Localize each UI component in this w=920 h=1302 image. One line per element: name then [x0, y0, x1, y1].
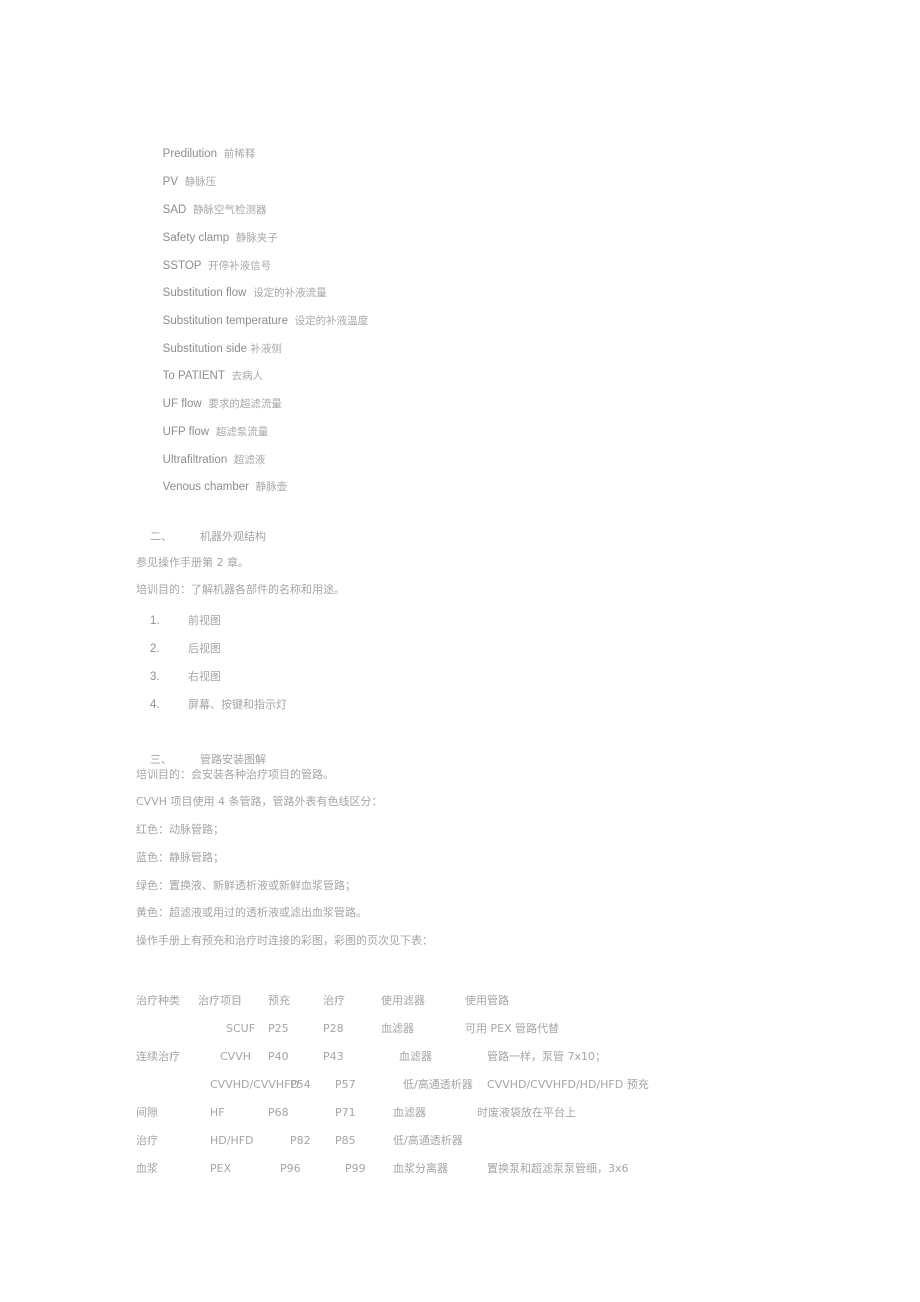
table-cell-prime: P96	[280, 1161, 301, 1175]
table-cell-prime: P40	[268, 1049, 289, 1063]
table-cell-item: SCUF	[226, 1021, 256, 1035]
table-cell-prime: P82	[290, 1133, 311, 1147]
table-header-cell: 预充	[268, 994, 290, 1007]
table-cell-treat: P85	[335, 1133, 356, 1147]
table-cell-treat: P28	[323, 1021, 344, 1035]
list-item-index: 3.	[150, 671, 160, 683]
table-cell-treat: P71	[335, 1105, 356, 1119]
list-item-index: 1.	[150, 615, 160, 627]
table-cell-type: 间隙	[136, 1106, 158, 1119]
glossary-gloss-text: 前稀释	[223, 148, 256, 160]
table-header-cell: 使用管路	[465, 994, 509, 1007]
treatment-reference-table: 治疗种类 治疗项目 预充 治疗 使用滤器 使用管路 SCUF P25 P28 血…	[136, 986, 896, 1182]
table-row: SCUF P25 P28 血滤器 可用 PEX 管路代替	[136, 1014, 896, 1042]
table-row: 连续治疗 CVVH P40 P43 血滤器 管路一样，泵管 7x10；	[136, 1042, 896, 1070]
color-code-blue: 蓝色：静脉管路；	[136, 851, 224, 864]
table-cell-prime: P68	[268, 1105, 289, 1119]
glossary-term: Venous chamber	[162, 481, 249, 493]
glossary-gloss-text: 静脉壶	[255, 481, 288, 493]
table-cell-tubing: 置换泵和超滤泵泵管细，3x6	[487, 1162, 629, 1175]
table-cell-item: PEX	[210, 1161, 232, 1175]
table-cell-treat: P43	[323, 1049, 344, 1063]
section-three-intro: CVVH 项目使用 4 条管路，管路外表有色线区分：	[136, 795, 383, 808]
table-cell-type: 血浆	[136, 1162, 158, 1175]
table-cell-filter: 低/高通透析器	[403, 1078, 473, 1091]
table-cell-treat: P99	[345, 1161, 366, 1175]
section-three-title: 管路安装图解	[200, 753, 266, 766]
table-row: 血浆 PEX P96 P99 血浆分离器 置换泵和超滤泵泵管细，3x6	[136, 1154, 896, 1182]
glossary-spacer	[249, 481, 256, 493]
list-item-index: 4.	[150, 699, 160, 711]
table-cell-tubing: 可用 PEX 管路代替	[465, 1022, 560, 1035]
color-code-yellow: 黄色：超滤液或用过的透析液或滤出血浆管路。	[136, 906, 367, 919]
table-cell-filter: 血滤器	[381, 1022, 414, 1035]
section-three-objective: 培训目的：会安装各种治疗项目的管路。	[136, 768, 334, 781]
document-page: Predilution 前稀释 PV 静脉压 SAD 静脉空气检测器 Safet…	[0, 0, 920, 1302]
table-header-row: 治疗种类 治疗项目 预充 治疗 使用滤器 使用管路	[136, 986, 896, 1014]
table-intro: 操作手册上有预充和治疗时连接的彩图，彩图的页次见下表：	[136, 934, 433, 947]
list-item-label: 屏幕、按键和指示灯	[188, 698, 287, 711]
list-item: 4. 屏幕、按键和指示灯	[136, 683, 287, 725]
table-cell-item: CVVH	[220, 1049, 252, 1063]
table-cell-type	[136, 1070, 198, 1098]
list-item-label: 右视图	[188, 670, 221, 683]
table-cell-type: 连续治疗	[136, 1050, 180, 1063]
table-header-cell: 使用滤器	[381, 994, 425, 1007]
section-two-heading: 二、 机器外观结构	[136, 515, 266, 557]
section-two-number: 二、	[150, 530, 172, 543]
glossary-gloss-text: 设定的补液温度	[294, 315, 369, 327]
table-cell-type: 治疗	[136, 1134, 158, 1147]
table-cell-filter: 低/高通透析器	[393, 1134, 463, 1147]
table-cell-filter: 血滤器	[393, 1106, 426, 1119]
table-cell-item: HD/HFD	[210, 1133, 254, 1147]
section-two-title: 机器外观结构	[200, 530, 266, 543]
table-row: 治疗 HD/HFD P82 P85 低/高通透析器	[136, 1126, 896, 1154]
section-two-reference: 参见操作手册第 2 章。	[136, 556, 249, 569]
glossary-spacer	[288, 315, 295, 327]
list-item-label: 后视图	[188, 642, 221, 655]
glossary-gloss	[217, 148, 224, 160]
section-three-number: 三、	[150, 753, 172, 766]
table-cell-item: CVVHD/CVVHFD	[210, 1077, 299, 1091]
table-cell-treat: P57	[335, 1077, 356, 1091]
list-item: Venous chamber 静脉壶	[136, 459, 288, 513]
table-cell-filter: 血滤器	[399, 1050, 432, 1063]
table-cell-tubing: 管路一样，泵管 7x10；	[487, 1050, 607, 1063]
table-header-cell: 治疗	[323, 994, 345, 1007]
table-cell-item: HF	[210, 1105, 225, 1119]
table-header-cell: 治疗项目	[198, 994, 242, 1007]
table-cell-tubing	[465, 1126, 896, 1154]
table-cell-tubing: 时废液袋放在平台上	[477, 1106, 576, 1119]
list-item-index: 2.	[150, 643, 160, 655]
table-cell-filter: 血浆分离器	[393, 1162, 448, 1175]
color-code-green: 绿色：置换液、新鲜透析液或新鲜血浆管路；	[136, 879, 356, 892]
table-header-cell: 治疗种类	[136, 994, 180, 1007]
list-item-label: 前视图	[188, 614, 221, 627]
table-row: CVVHD/CVVHFD P54 P57 低/高通透析器 CVVHD/CVVHF…	[136, 1070, 896, 1098]
color-code-red: 红色：动脉管路；	[136, 823, 224, 836]
table-cell-type	[136, 1014, 198, 1042]
table-cell-tubing: CVVHD/CVVHFD/HD/HFD 预充	[487, 1078, 649, 1091]
table-row: 间隙 HF P68 P71 血滤器 时废液袋放在平台上	[136, 1098, 896, 1126]
table-cell-prime: P25	[268, 1021, 289, 1035]
section-two-objective: 培训目的：了解机器各部件的名称和用途。	[136, 583, 345, 596]
